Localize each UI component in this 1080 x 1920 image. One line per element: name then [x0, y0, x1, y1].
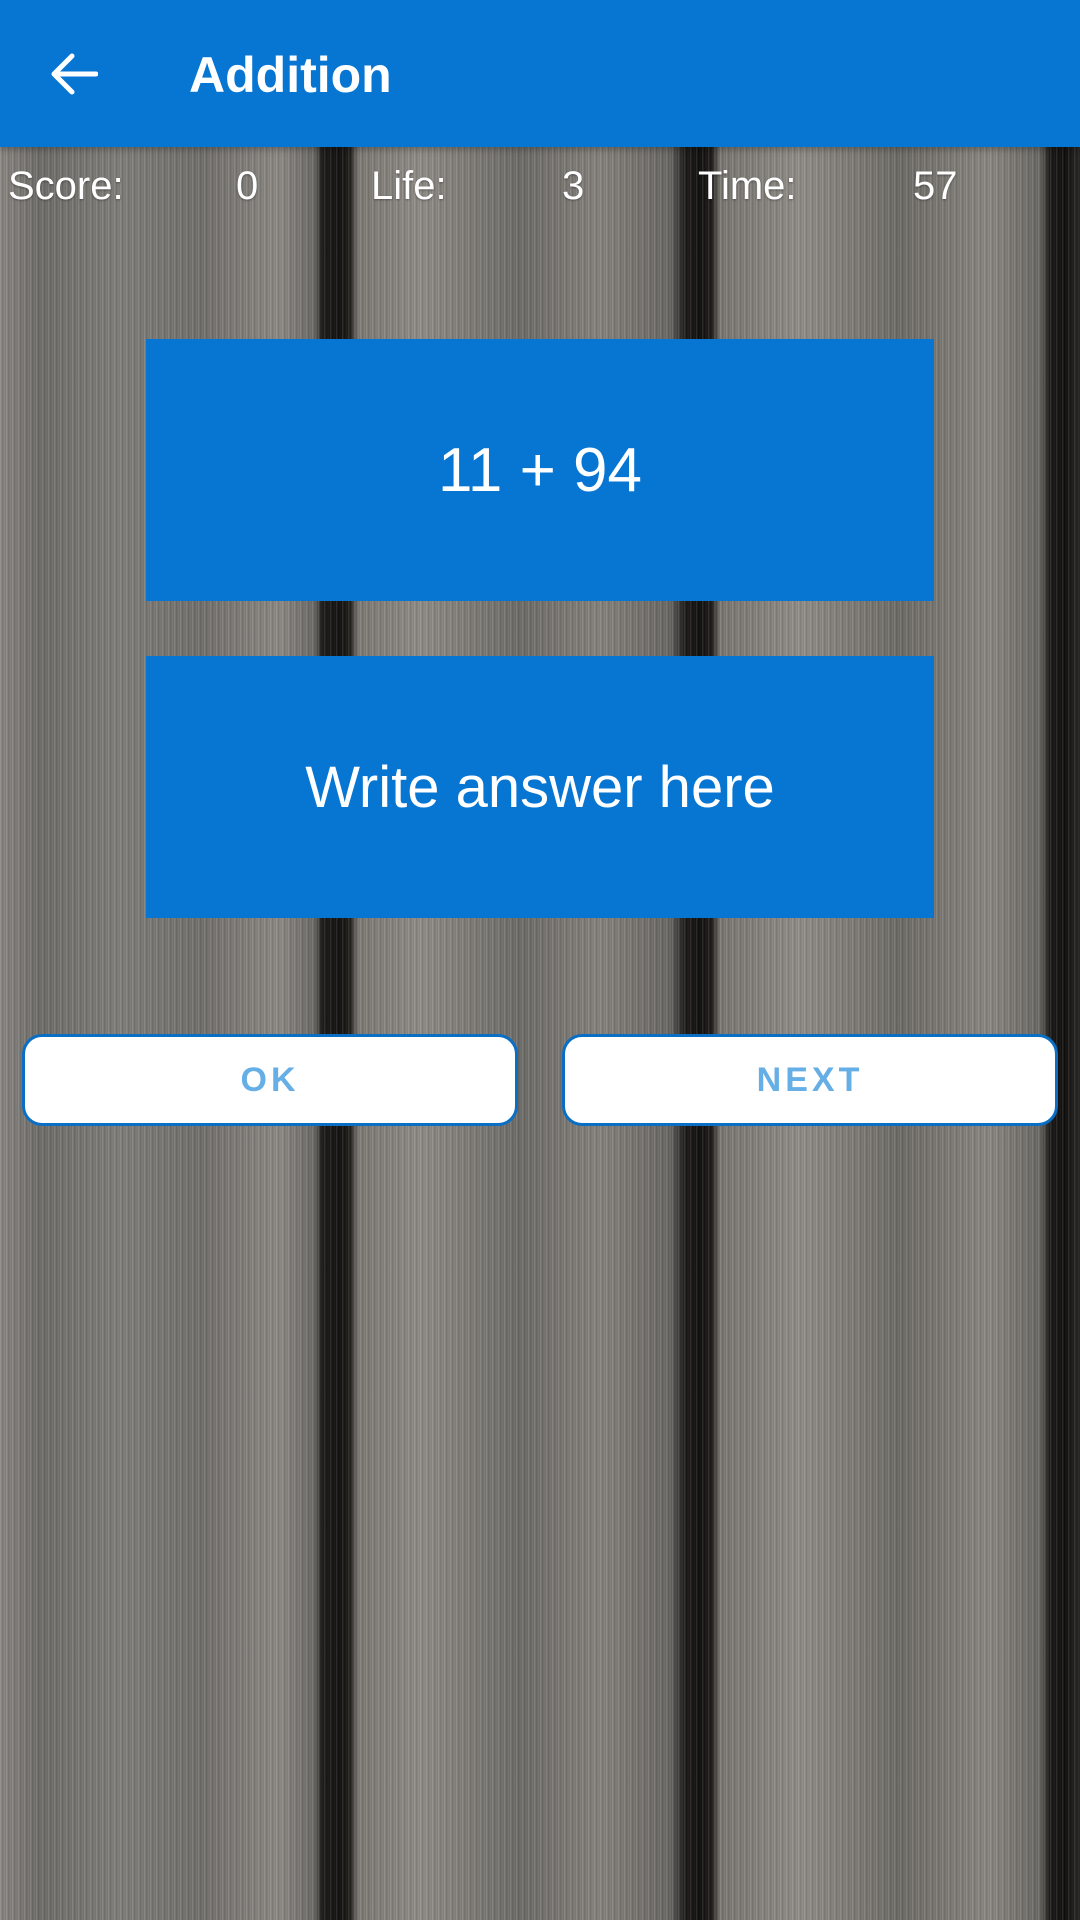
time-label: Time: [698, 164, 797, 208]
app-bar: Addition [0, 0, 1080, 147]
ok-button[interactable]: OK [22, 1034, 518, 1126]
page-title: Addition [189, 47, 392, 103]
life-value: 3 [562, 164, 585, 208]
life-label: Life: [371, 164, 447, 208]
answer-input[interactable] [146, 656, 934, 918]
next-button[interactable]: NEXT [562, 1034, 1058, 1126]
score-value: 0 [236, 164, 259, 208]
time-value: 57 [913, 164, 958, 208]
back-button[interactable] [38, 40, 108, 108]
stats-bar: Score: 0 Life: 3 Time: 57 [0, 158, 1080, 214]
arrow-left-icon [51, 53, 98, 95]
score-label: Score: [8, 164, 124, 208]
answer-box [146, 656, 934, 918]
question-display: 11 + 94 [146, 339, 934, 601]
question-text: 11 + 94 [438, 435, 642, 505]
